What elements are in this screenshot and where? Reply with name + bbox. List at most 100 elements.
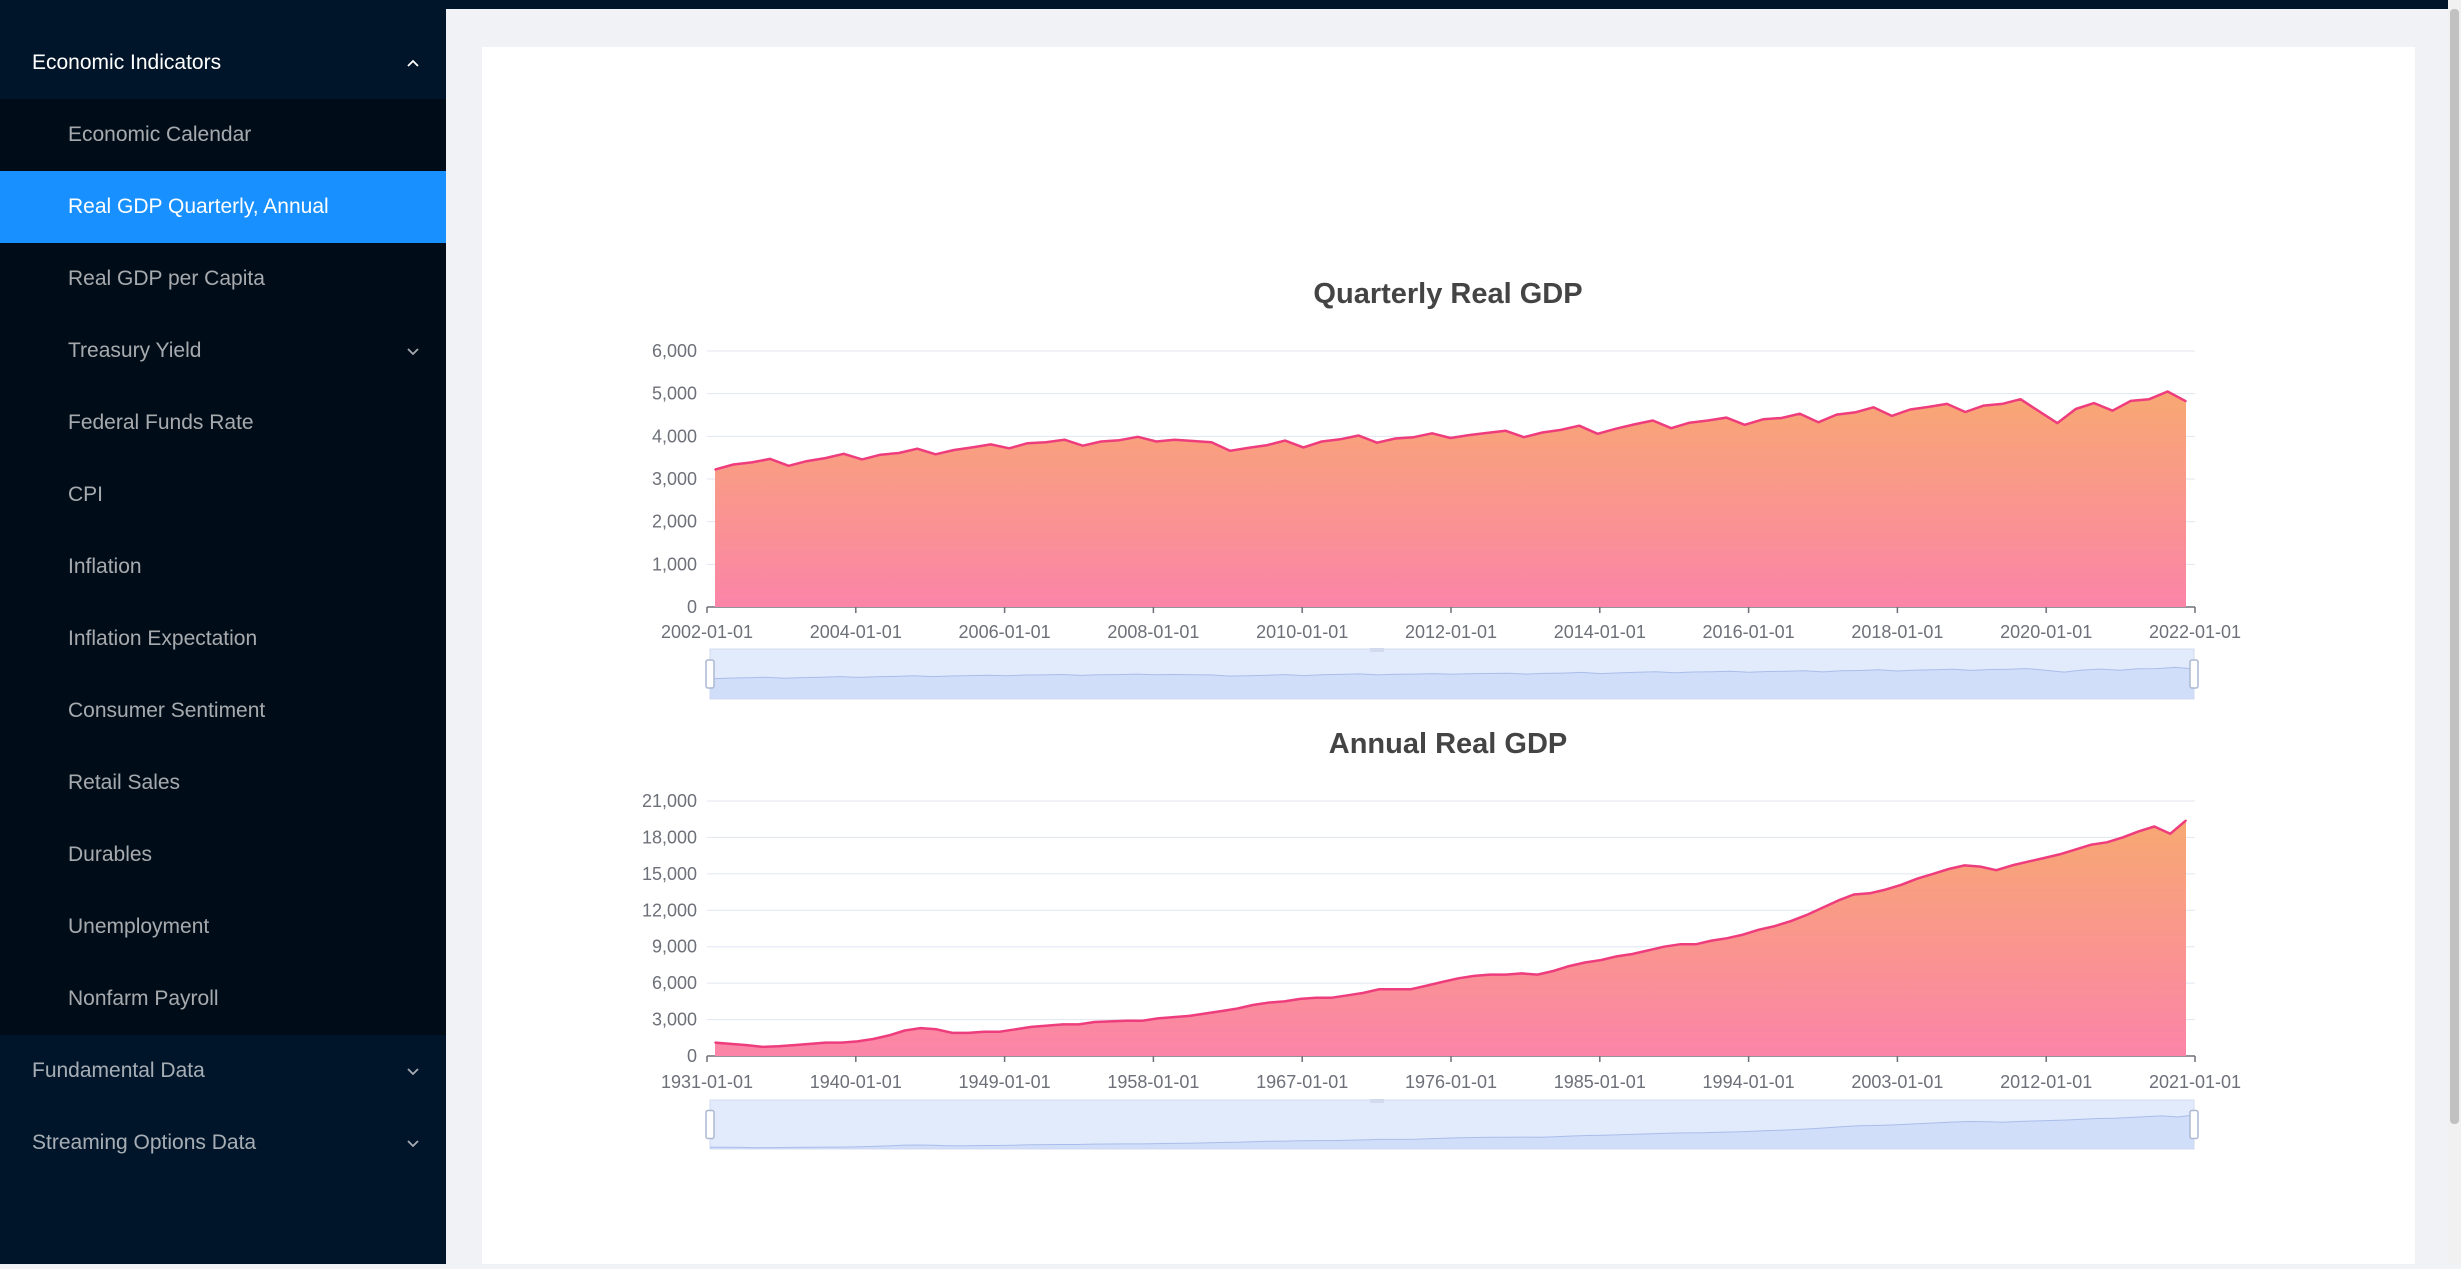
chart-1-data-point	[1473, 975, 1475, 977]
chart-1-datazoom-left-handle[interactable]	[705, 1109, 715, 1140]
chart-1-data-point	[1046, 1024, 1048, 1027]
chart-1-data-point	[1489, 973, 1491, 976]
chart-1-data-point	[904, 1029, 906, 1032]
chart-1-area-series	[715, 820, 2186, 1056]
chart-0-data-point	[1045, 441, 1047, 444]
chart-0-data-point	[1596, 433, 1599, 435]
chart-1-data-point	[2090, 843, 2092, 846]
chart-0-data-point	[2074, 408, 2077, 410]
chart-1-data-point	[1615, 955, 1618, 958]
chart-0-data-point	[861, 458, 863, 461]
chart-1-data-point	[2011, 864, 2013, 867]
chart-0-data-point	[879, 453, 882, 456]
chart-1-data-point	[1457, 977, 1460, 980]
chart-0-datazoom-right-handle[interactable]	[2189, 659, 2199, 689]
chart-0-data-point	[714, 468, 716, 471]
menu-group-economic-indicators[interactable]: Economic Indicators	[0, 27, 446, 99]
chart-1-data-point	[1014, 1028, 1017, 1031]
submenu-economic-indicators: Economic Calendar Real GDP Quarterly, Ann…	[0, 99, 446, 1035]
chart-0-data-point	[1100, 440, 1102, 443]
chart-0-data-point	[2093, 402, 2095, 404]
menu-item-inflation-expectation[interactable]: Inflation Expectation	[0, 603, 446, 675]
chart-0-datazoom-left-handle[interactable]	[705, 659, 715, 689]
chart-1-data-point	[1536, 973, 1539, 976]
chart-0-data-point	[1560, 429, 1562, 431]
chart-0-y-tick-label: 4,000	[652, 426, 697, 446]
chart-0-data-point	[1780, 417, 1783, 419]
chart-1-data-point	[1505, 973, 1507, 976]
chart-1-data-point	[1441, 981, 1444, 983]
menu-item-retail-sales[interactable]: Retail Sales	[0, 747, 446, 819]
menu-item-label: Inflation	[68, 555, 142, 578]
chart-0-data-point	[2001, 403, 2003, 405]
chart-1-data-point	[1932, 873, 1934, 875]
chart-0-data-point	[2166, 390, 2169, 393]
menu-group-streaming-options-data[interactable]: Streaming Options Data	[0, 1107, 446, 1179]
menu-item-unemployment[interactable]: Unemployment	[0, 891, 446, 963]
chart-1-x-tick-label: 2003-01-01	[1851, 1072, 1943, 1092]
menu-item-consumer-sentiment[interactable]: Consumer Sentiment	[0, 675, 446, 747]
menu-item-label: Durables	[68, 843, 153, 866]
chart-1-data-point	[1315, 996, 1317, 999]
chart-0-data-point	[1891, 415, 1893, 417]
menu-item-cpi[interactable]: CPI	[0, 459, 446, 531]
chart-0-x-tick-label: 2014-01-01	[1554, 622, 1646, 642]
menu-item-nonfarm-payroll[interactable]: Nonfarm Payroll	[0, 963, 446, 1035]
menu-item-durables[interactable]: Durables	[0, 819, 446, 891]
chart-1-data-point	[1394, 988, 1396, 990]
chart-0-y-tick-label: 5,000	[652, 384, 697, 404]
chart-1-x-tick-label: 1958-01-01	[1107, 1072, 1199, 1092]
menu-item-label: Real GDP Quarterly, Annual	[68, 195, 329, 218]
chart-1-x-tick-label: 1949-01-01	[959, 1072, 1051, 1092]
chart-1-data-point	[2074, 848, 2077, 851]
menu-item-federal-funds-rate[interactable]: Federal Funds Rate	[0, 387, 446, 459]
page-scrollbar[interactable]	[2448, 0, 2461, 1264]
chart-1-data-point	[1631, 953, 1634, 955]
menu-item-label: CPI	[68, 483, 104, 506]
chart-0-data-point	[1082, 444, 1084, 447]
chevron-down-icon	[407, 1140, 419, 1148]
chart-0-data-point	[1118, 439, 1121, 442]
scrollbar-thumb[interactable]	[2450, 9, 2459, 1124]
menu-item-inflation[interactable]: Inflation	[0, 531, 446, 603]
chart-0-data-point	[1670, 427, 1672, 430]
chart-1-data-point	[1426, 984, 1428, 987]
menu-item-real-gdp-quarterly-annual[interactable]: Real GDP Quarterly, Annual	[0, 171, 446, 243]
chart-1-data-point	[1062, 1023, 1064, 1026]
chart-1-y-tick-label: 0	[687, 1046, 697, 1066]
chart-1-data-point	[1331, 996, 1333, 999]
chart-1-datazoom-move-handle[interactable]	[1370, 1099, 1384, 1103]
chart-1-data-point	[2153, 825, 2156, 828]
menu-item-label: Treasury Yield	[68, 339, 202, 362]
chart-1-data-point	[1568, 965, 1570, 967]
chart-0-data-point	[1026, 442, 1029, 445]
chart-0-datazoom-move-handle[interactable]	[1370, 648, 1384, 652]
chart-1-data-point	[1742, 933, 1744, 936]
chart-0-data-point	[1817, 421, 1820, 424]
chart-1-y-tick-label: 15,000	[642, 864, 697, 884]
menu-item-economic-calendar[interactable]: Economic Calendar	[0, 99, 446, 171]
main-content-card: Quarterly Real GDP 0 1,000 2,000 3,000 4,000 5…	[482, 47, 2415, 1264]
chart-0-y-tick-label: 6,000	[652, 341, 697, 361]
chevron-down-icon	[407, 348, 419, 356]
menu-group-fundamental-data[interactable]: Fundamental Data	[0, 1035, 446, 1107]
menu-item-treasury-yield[interactable]: Treasury Yield	[0, 315, 446, 387]
chart-1-datazoom-right-handle[interactable]	[2189, 1109, 2199, 1140]
chart-0-data-point	[1394, 437, 1397, 440]
chart-1-data-point	[1758, 928, 1760, 931]
chart-1-data-point	[2185, 819, 2187, 822]
chart-0-data-point	[1927, 406, 1930, 408]
menu-item-real-gdp-per-capita[interactable]: Real GDP per Capita	[0, 243, 446, 315]
chart-0-data-point	[1762, 418, 1764, 421]
chart-1-data-point	[1679, 943, 1681, 946]
chart-1-data-point	[951, 1032, 954, 1034]
chart-0-data-point	[1541, 431, 1544, 434]
chart-0-data-point	[953, 449, 955, 451]
chart-0-data-point	[1504, 430, 1507, 432]
chart-1-data-point	[1584, 961, 1586, 964]
chart-0-data-point	[1155, 440, 1158, 443]
chart-1-data-point	[2169, 833, 2171, 835]
chart-1-data-point	[1600, 959, 1602, 961]
chart-0-data-point	[1357, 434, 1360, 437]
chart-1-x-tick-label: 1931-01-01	[661, 1072, 753, 1092]
